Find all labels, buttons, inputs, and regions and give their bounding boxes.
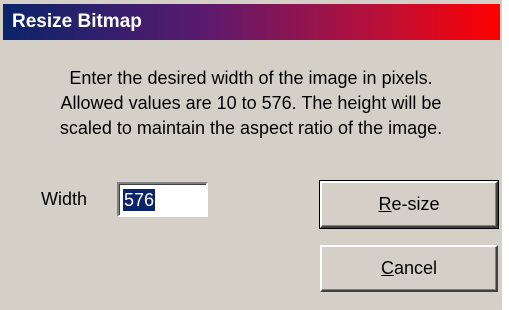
cancel-button-mnemonic: C bbox=[380, 258, 394, 278]
resize-button-label: e-size bbox=[391, 194, 440, 214]
width-input[interactable]: 576 bbox=[117, 182, 208, 217]
instructions-line-2: Allowed values are 10 to 576. The height… bbox=[60, 93, 442, 113]
width-input-value: 576 bbox=[123, 189, 156, 211]
cancel-button-label: ancel bbox=[393, 258, 438, 278]
width-label: Width bbox=[41, 189, 88, 209]
instructions-line-1: Enter the desired width of the image in … bbox=[69, 68, 433, 88]
dialog-title: Resize Bitmap bbox=[12, 11, 142, 32]
instructions-text: Enter the desired width of the image in … bbox=[0, 66, 502, 141]
title-bar[interactable]: Resize Bitmap bbox=[3, 4, 500, 40]
cancel-button[interactable]: Cancel bbox=[320, 245, 498, 292]
resize-button[interactable]: Re-size bbox=[319, 180, 499, 229]
instructions-line-3: scaled to maintain the aspect ratio of t… bbox=[59, 118, 443, 138]
resize-bitmap-dialog: Resize Bitmap Enter the desired width of… bbox=[0, 0, 502, 310]
resize-button-mnemonic: R bbox=[378, 194, 392, 214]
